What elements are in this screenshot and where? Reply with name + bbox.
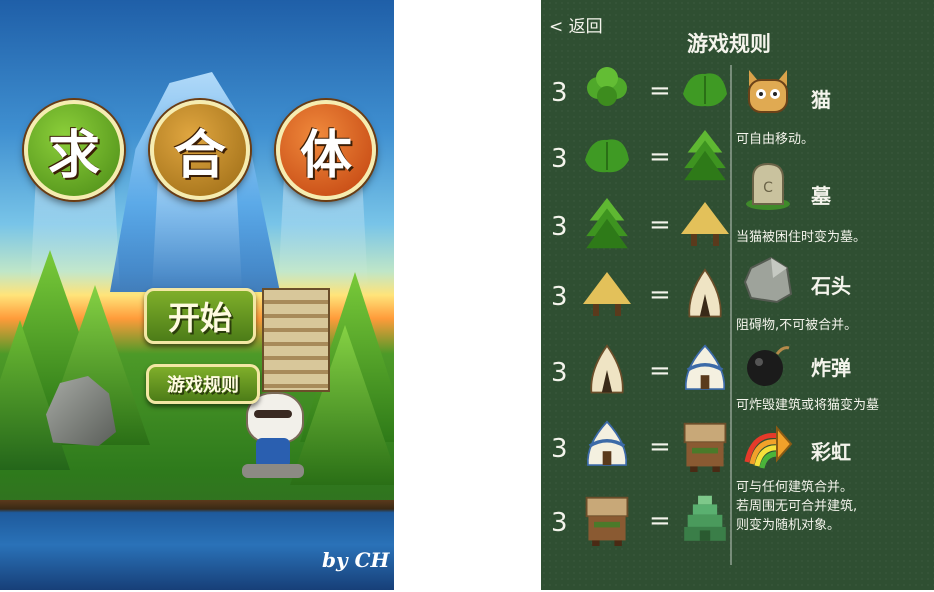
equals-sign: = (649, 356, 671, 386)
title-char-3: 体 (276, 100, 376, 200)
legend-name-tomb: 墓 (811, 184, 831, 208)
merge-row: 3 = (551, 420, 731, 480)
clover-bush-icon (587, 67, 627, 106)
legend-name-bomb: 炸弹 (811, 356, 851, 380)
merge-row: 3 = (551, 268, 731, 328)
legend-desc-rainbow: 可与任何建筑合并。 若周围无可合并建筑, 则变为随机对象。 (736, 478, 931, 535)
legend-desc-cat: 可自由移动。 (736, 132, 815, 147)
stone-icon (743, 256, 793, 304)
equals-sign: = (649, 506, 671, 536)
pine-tree-icon (684, 130, 726, 181)
cat-face-icon (748, 70, 788, 113)
merge-row: 3 = (551, 198, 731, 258)
rules-button[interactable]: 游戏规则 (146, 364, 260, 404)
yurt-icon (684, 344, 726, 390)
river (0, 500, 394, 590)
equals-sign: = (649, 280, 671, 310)
count-label: 3 (551, 434, 568, 464)
count-label: 3 (551, 358, 568, 388)
merge-row: 3 = (551, 494, 731, 554)
tent-icon (590, 344, 624, 394)
rainbow-icon (744, 425, 793, 469)
count-label: 3 (551, 78, 568, 108)
legend-desc-tomb: 当猫被困住时变为墓。 (736, 230, 867, 245)
wooden-house-icon (585, 496, 629, 546)
count-label: 3 (551, 144, 568, 174)
start-button[interactable]: 开始 (144, 288, 256, 344)
leafy-bush-icon (585, 139, 629, 173)
credit-text: by CH (322, 548, 390, 572)
green-pagoda-icon (684, 495, 726, 541)
equals-sign: = (649, 76, 671, 106)
back-button[interactable]: < 返回 (549, 12, 603, 37)
cat-character (242, 392, 304, 482)
merge-row: 3 = (551, 344, 731, 404)
legend-desc-stone: 阻碍物,不可被合并。 (736, 318, 858, 333)
legend-desc-rainbow-line-3: 则变为随机对象。 (736, 518, 841, 533)
legend-name-stone: 石头 (811, 274, 851, 298)
bomb-icon (747, 346, 790, 386)
yurt-icon (586, 420, 628, 466)
title-screen: 求 合 体 开始 游戏规则 by CH (0, 0, 394, 590)
temple-building (262, 288, 330, 392)
legend-desc-rainbow-line-2: 若周围无可合并建筑, (736, 499, 858, 514)
wooden-house-icon (683, 422, 727, 472)
merge-row: 3 = (551, 130, 731, 190)
equals-sign: = (649, 142, 671, 172)
straw-hut-icon (583, 272, 631, 316)
legend-desc-bomb: 可炸毁建筑或将猫变为墓 (736, 398, 880, 413)
rules-screen: < 返回 游戏规则 3 = 3 = 3 = 3 = 3 = 3 = 3 = 猫 … (541, 0, 934, 590)
leafy-bush-icon (683, 73, 727, 107)
straw-hut-icon (681, 202, 729, 246)
count-label: 3 (551, 282, 568, 312)
tombstone-icon: C (746, 162, 790, 210)
svg-text:C: C (763, 180, 773, 196)
equals-sign: = (649, 210, 671, 240)
legend-name-cat: 猫 (811, 88, 831, 112)
count-label: 3 (551, 508, 568, 538)
merge-row: 3 = (551, 64, 731, 124)
legend-desc-rainbow-line-1: 可与任何建筑合并。 (736, 480, 854, 495)
legend-name-rainbow: 彩虹 (811, 440, 851, 464)
tent-icon (688, 268, 722, 318)
equals-sign: = (649, 432, 671, 462)
count-label: 3 (551, 212, 568, 242)
title-char-2: 合 (150, 100, 250, 200)
page-title: 游戏规则 (687, 32, 771, 56)
pine-tree-icon (586, 198, 628, 249)
title-char-1: 求 (24, 100, 124, 200)
